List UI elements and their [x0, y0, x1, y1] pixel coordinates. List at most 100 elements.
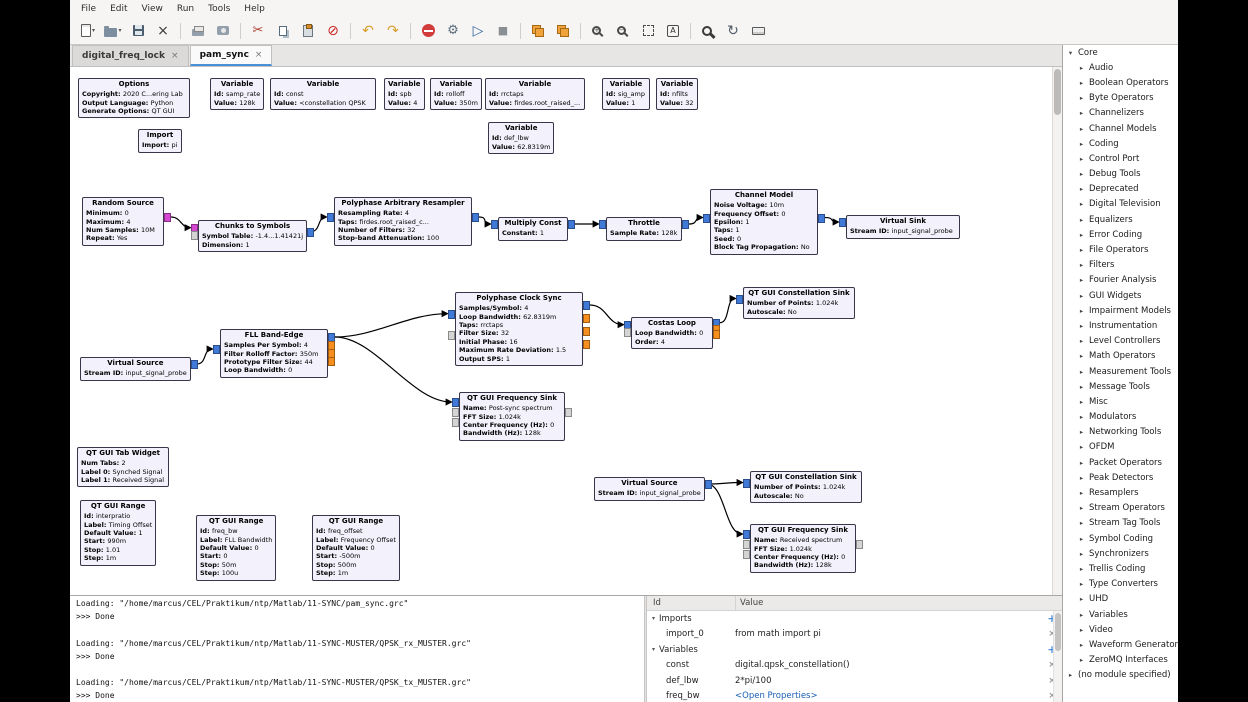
- library-item-measurement-tools[interactable]: ▸Measurement Tools: [1063, 364, 1178, 379]
- reload-blocks-button[interactable]: ↻: [721, 20, 745, 42]
- collapsed-arrow-icon[interactable]: ▸: [1078, 276, 1085, 284]
- connection-throttle-to-channel_model[interactable]: [689, 218, 702, 225]
- block-pfb_resampler[interactable]: Polyphase Arbitrary ResamplerResampling …: [334, 197, 472, 246]
- library-item-core[interactable]: ▾Core: [1063, 45, 1178, 60]
- output-port[interactable]: [856, 540, 863, 549]
- output-port[interactable]: [164, 213, 171, 222]
- collapsed-arrow-icon[interactable]: ▸: [1078, 352, 1085, 360]
- library-item-impairment-models[interactable]: ▸Impairment Models: [1063, 303, 1178, 318]
- menu-help[interactable]: Help: [237, 2, 272, 16]
- menu-tools[interactable]: Tools: [201, 2, 237, 16]
- collapsed-arrow-icon[interactable]: ▸: [1078, 595, 1085, 603]
- inspector-row-Variables[interactable]: ▾Variables+: [647, 642, 1062, 658]
- inspector-row-def_lbw[interactable]: def_lbw2*pi/100×: [647, 673, 1062, 689]
- library-item-ofdm[interactable]: ▸OFDM: [1063, 440, 1178, 455]
- screen-capture-button[interactable]: [211, 20, 235, 42]
- save-button[interactable]: [126, 20, 150, 42]
- output-port[interactable]: [583, 301, 590, 310]
- block-freq_sink_2[interactable]: QT GUI Frequency SinkNameReceived spectr…: [750, 524, 856, 573]
- library-item-symbol-coding[interactable]: ▸Symbol Coding: [1063, 531, 1178, 546]
- block-fll_band_edge[interactable]: FLL Band-EdgeSamples Per Symbol4Filter R…: [220, 329, 328, 378]
- block-var_sig_amp[interactable]: VariableIdsig_ampValue1: [602, 78, 650, 110]
- connection-fll_band_edge-to-freq_sink_1[interactable]: [335, 337, 451, 402]
- library-item-misc[interactable]: ▸Misc: [1063, 394, 1178, 409]
- block-multiply_const[interactable]: Multiply ConstConstant1: [498, 217, 568, 241]
- collapsed-arrow-icon[interactable]: ▸: [1067, 671, 1074, 679]
- open-file-button[interactable]: ▾: [101, 20, 125, 42]
- library-item-message-tools[interactable]: ▸Message Tools: [1063, 379, 1178, 394]
- collapsed-arrow-icon[interactable]: ▸: [1078, 474, 1085, 482]
- expanded-arrow-icon[interactable]: ▾: [1067, 49, 1074, 57]
- block-tab_widget[interactable]: QT GUI Tab WidgetNum Tabs2Label 0Synched…: [77, 447, 169, 487]
- library-item-level-controllers[interactable]: ▸Level Controllers: [1063, 334, 1178, 349]
- tab-digital_freq_lock[interactable]: digital_freq_lock×: [72, 45, 189, 66]
- connection-virtual_source_2-to-const_sink_2[interactable]: [707, 483, 742, 485]
- library-item-control-port[interactable]: ▸Control Port: [1063, 151, 1178, 166]
- collapsed-arrow-icon[interactable]: ▸: [1078, 231, 1085, 239]
- library-item-deprecated[interactable]: ▸Deprecated: [1063, 182, 1178, 197]
- tab-close-icon[interactable]: ×: [255, 50, 263, 60]
- library-item-variables[interactable]: ▸Variables: [1063, 607, 1178, 622]
- output-port[interactable]: [705, 480, 712, 489]
- block-var_samp_rate[interactable]: VariableIdsamp_rateValue128k: [210, 78, 264, 110]
- library-item-coding[interactable]: ▸Coding: [1063, 136, 1178, 151]
- input-port[interactable]: [599, 220, 606, 229]
- copy-button[interactable]: [271, 20, 295, 42]
- canvas-scrollbar[interactable]: [1052, 67, 1062, 595]
- collapsed-arrow-icon[interactable]: ▸: [1078, 261, 1085, 269]
- input-port[interactable]: [743, 540, 750, 549]
- collapsed-arrow-icon[interactable]: ▸: [1078, 140, 1085, 148]
- block-chunks_to_symbols[interactable]: Chunks to SymbolsSymbol Table-1.4...1.41…: [198, 220, 307, 252]
- cut-button[interactable]: ✂: [246, 20, 270, 42]
- block-options[interactable]: OptionsCopyright2020 C...ering LabOutput…: [78, 78, 190, 118]
- collapsed-arrow-icon[interactable]: ▸: [1078, 337, 1085, 345]
- menu-file[interactable]: File: [74, 2, 103, 16]
- scrollbar-thumb[interactable]: [1054, 69, 1061, 115]
- collapsed-arrow-icon[interactable]: ▸: [1078, 109, 1085, 117]
- flowgraph-canvas[interactable]: OptionsCopyright2020 C...ering LabOutput…: [70, 67, 1052, 595]
- hier-blocks-button[interactable]: [526, 20, 550, 42]
- new-file-button[interactable]: ▾: [76, 20, 100, 42]
- block-random_source[interactable]: Random SourceMinimum0Maximum4Num Samples…: [82, 197, 164, 246]
- collapsed-arrow-icon[interactable]: ▸: [1078, 64, 1085, 72]
- input-port[interactable]: [743, 550, 750, 559]
- block-var_spb[interactable]: VariableIdspbValue4: [384, 78, 425, 110]
- block-range_freq_bw[interactable]: QT GUI RangeIdfreq_bwLabelFLL BandwidthD…: [196, 515, 276, 581]
- block-virtual_sink[interactable]: Virtual SinkStream IDinput_signal_probe: [846, 215, 960, 239]
- input-port[interactable]: [448, 331, 455, 340]
- collapsed-arrow-icon[interactable]: ▸: [1078, 459, 1085, 467]
- block-var_const[interactable]: VariableIdconstValue<constellation QPSK: [270, 78, 376, 110]
- library-item-trellis-coding[interactable]: ▸Trellis Coding: [1063, 561, 1178, 576]
- output-port[interactable]: [583, 327, 590, 336]
- block-const_sink_2[interactable]: QT GUI Constellation SinkNumber of Point…: [750, 471, 862, 503]
- input-port[interactable]: [736, 295, 743, 304]
- library-item-digital-television[interactable]: ▸Digital Television: [1063, 197, 1178, 212]
- block-var_nfilts[interactable]: VariableIdnfiltsValue32: [656, 78, 698, 110]
- collapsed-arrow-icon[interactable]: ▸: [1078, 398, 1085, 406]
- keyboard-shortcuts-button[interactable]: [746, 20, 770, 42]
- collapsed-arrow-icon[interactable]: ▸: [1078, 443, 1085, 451]
- collapsed-arrow-icon[interactable]: ▸: [1078, 200, 1085, 208]
- connection-channel_model-to-virtual_sink[interactable]: [825, 218, 838, 223]
- collapsed-arrow-icon[interactable]: ▸: [1078, 185, 1085, 193]
- zoom-in-button[interactable]: [586, 20, 610, 42]
- collapsed-arrow-icon[interactable]: ▸: [1078, 428, 1085, 436]
- tab-close-icon[interactable]: ×: [171, 51, 179, 61]
- output-port[interactable]: [472, 213, 479, 222]
- close-button[interactable]: ×: [151, 20, 175, 42]
- collapsed-arrow-icon[interactable]: ▸: [1078, 79, 1085, 87]
- library-item--no-module-specified-[interactable]: ▸(no module specified): [1063, 668, 1178, 683]
- output-port[interactable]: [568, 220, 575, 229]
- input-port[interactable]: [327, 213, 334, 222]
- output-port[interactable]: [682, 220, 689, 229]
- print-button[interactable]: [186, 20, 210, 42]
- collapsed-arrow-icon[interactable]: ▸: [1078, 368, 1085, 376]
- collapsed-arrow-icon[interactable]: ▸: [1078, 565, 1085, 573]
- menu-run[interactable]: Run: [170, 2, 201, 16]
- collapsed-arrow-icon[interactable]: ▸: [1078, 246, 1085, 254]
- library-item-debug-tools[interactable]: ▸Debug Tools: [1063, 167, 1178, 182]
- input-port[interactable]: [452, 418, 459, 427]
- output-port[interactable]: [565, 408, 572, 417]
- input-port[interactable]: [491, 220, 498, 229]
- connection-virtual_source_1-to-fll_band_edge[interactable]: [197, 349, 212, 364]
